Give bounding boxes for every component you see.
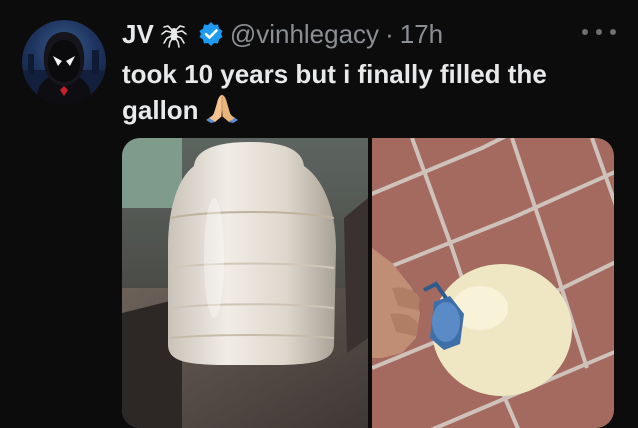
separator-dot: · (385, 18, 394, 49)
author-handle[interactable]: @vinhlegacy (230, 19, 379, 50)
more-options-icon[interactable] (582, 22, 616, 42)
timestamp[interactable]: 17h (400, 19, 443, 50)
spider-icon (160, 20, 188, 48)
author-name[interactable]: JV (122, 19, 154, 50)
tweet-media[interactable] (122, 138, 614, 428)
verified-badge-icon (198, 21, 224, 47)
avatar[interactable] (22, 20, 106, 104)
tweet-text-line-2: gallon (122, 92, 622, 128)
tweet[interactable]: JV @vinhlegacy · 17h took 10 years but i… (0, 0, 638, 428)
gallon-jug-on-table-photo (122, 138, 368, 428)
tweet-text: took 10 years but i finally filled the g… (122, 56, 622, 128)
media-photo-1[interactable] (122, 138, 368, 428)
hand-holding-gallon-jug-photo (372, 138, 614, 428)
tweet-text-line-2-words: gallon (122, 95, 199, 125)
media-photo-2[interactable] (372, 138, 614, 428)
tweet-text-line-1: took 10 years but i finally filled the (122, 59, 547, 89)
folded-hands-emoji (205, 93, 239, 123)
avatar-image (22, 32, 106, 104)
tweet-header: JV @vinhlegacy · 17h (122, 18, 443, 50)
